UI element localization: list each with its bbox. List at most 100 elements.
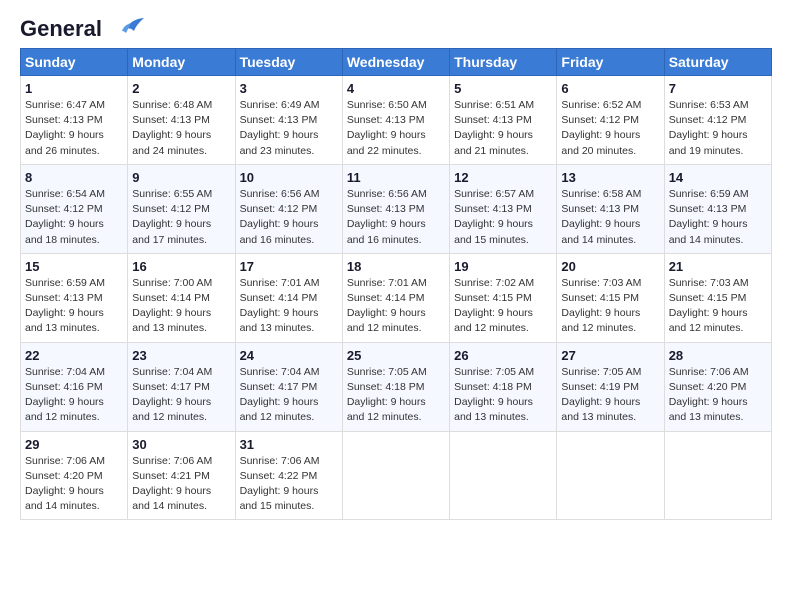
sunset-label: Sunset: 4:13 PM xyxy=(347,203,425,215)
calendar-cell: 7 Sunrise: 6:53 AM Sunset: 4:12 PM Dayli… xyxy=(664,76,771,165)
day-info: Sunrise: 6:57 AM Sunset: 4:13 PM Dayligh… xyxy=(454,187,552,248)
day-number: 22 xyxy=(25,348,123,363)
daylight-label: Daylight: 9 hours and 12 minutes. xyxy=(240,396,319,423)
sunset-label: Sunset: 4:13 PM xyxy=(25,114,103,126)
sunrise-label: Sunrise: 7:06 AM xyxy=(25,455,105,467)
day-number: 12 xyxy=(454,170,552,185)
sunset-label: Sunset: 4:15 PM xyxy=(669,292,747,304)
calendar-cell: 29 Sunrise: 7:06 AM Sunset: 4:20 PM Dayl… xyxy=(21,431,128,520)
day-info: Sunrise: 6:47 AM Sunset: 4:13 PM Dayligh… xyxy=(25,98,123,159)
sunset-label: Sunset: 4:12 PM xyxy=(669,114,747,126)
day-number: 28 xyxy=(669,348,767,363)
daylight-label: Daylight: 9 hours and 19 minutes. xyxy=(669,129,748,156)
daylight-label: Daylight: 9 hours and 13 minutes. xyxy=(132,307,211,334)
day-info: Sunrise: 7:03 AM Sunset: 4:15 PM Dayligh… xyxy=(669,276,767,337)
sunset-label: Sunset: 4:12 PM xyxy=(561,114,639,126)
day-info: Sunrise: 6:59 AM Sunset: 4:13 PM Dayligh… xyxy=(25,276,123,337)
day-info: Sunrise: 6:55 AM Sunset: 4:12 PM Dayligh… xyxy=(132,187,230,248)
daylight-label: Daylight: 9 hours and 12 minutes. xyxy=(561,307,640,334)
sunrise-label: Sunrise: 7:03 AM xyxy=(561,277,641,289)
sunrise-label: Sunrise: 6:56 AM xyxy=(347,188,427,200)
calendar-cell: 27 Sunrise: 7:05 AM Sunset: 4:19 PM Dayl… xyxy=(557,342,664,431)
day-number: 23 xyxy=(132,348,230,363)
calendar-cell: 10 Sunrise: 6:56 AM Sunset: 4:12 PM Dayl… xyxy=(235,164,342,253)
sunrise-label: Sunrise: 6:59 AM xyxy=(25,277,105,289)
sunset-label: Sunset: 4:20 PM xyxy=(25,470,103,482)
logo-bird-icon xyxy=(106,17,144,39)
sunset-label: Sunset: 4:13 PM xyxy=(454,114,532,126)
day-info: Sunrise: 6:54 AM Sunset: 4:12 PM Dayligh… xyxy=(25,187,123,248)
calendar-cell: 11 Sunrise: 6:56 AM Sunset: 4:13 PM Dayl… xyxy=(342,164,449,253)
day-info: Sunrise: 6:56 AM Sunset: 4:12 PM Dayligh… xyxy=(240,187,338,248)
daylight-label: Daylight: 9 hours and 12 minutes. xyxy=(347,396,426,423)
sunrise-label: Sunrise: 6:55 AM xyxy=(132,188,212,200)
day-number: 1 xyxy=(25,81,123,96)
daylight-label: Daylight: 9 hours and 13 minutes. xyxy=(669,396,748,423)
calendar-cell: 31 Sunrise: 7:06 AM Sunset: 4:22 PM Dayl… xyxy=(235,431,342,520)
sunset-label: Sunset: 4:17 PM xyxy=(132,381,210,393)
sunset-label: Sunset: 4:16 PM xyxy=(25,381,103,393)
sunset-label: Sunset: 4:14 PM xyxy=(240,292,318,304)
day-info: Sunrise: 7:05 AM Sunset: 4:19 PM Dayligh… xyxy=(561,365,659,426)
day-info: Sunrise: 6:53 AM Sunset: 4:12 PM Dayligh… xyxy=(669,98,767,159)
sunrise-label: Sunrise: 6:56 AM xyxy=(240,188,320,200)
day-number: 3 xyxy=(240,81,338,96)
weekday-header-wednesday: Wednesday xyxy=(342,49,449,76)
calendar-cell xyxy=(450,431,557,520)
day-number: 4 xyxy=(347,81,445,96)
calendar-cell: 24 Sunrise: 7:04 AM Sunset: 4:17 PM Dayl… xyxy=(235,342,342,431)
sunset-label: Sunset: 4:15 PM xyxy=(561,292,639,304)
day-number: 2 xyxy=(132,81,230,96)
daylight-label: Daylight: 9 hours and 14 minutes. xyxy=(669,218,748,245)
calendar-cell: 3 Sunrise: 6:49 AM Sunset: 4:13 PM Dayli… xyxy=(235,76,342,165)
calendar-cell xyxy=(557,431,664,520)
day-info: Sunrise: 6:59 AM Sunset: 4:13 PM Dayligh… xyxy=(669,187,767,248)
day-info: Sunrise: 7:06 AM Sunset: 4:20 PM Dayligh… xyxy=(25,454,123,515)
sunrise-label: Sunrise: 6:48 AM xyxy=(132,99,212,111)
daylight-label: Daylight: 9 hours and 18 minutes. xyxy=(25,218,104,245)
calendar-cell: 25 Sunrise: 7:05 AM Sunset: 4:18 PM Dayl… xyxy=(342,342,449,431)
sunset-label: Sunset: 4:12 PM xyxy=(25,203,103,215)
day-number: 19 xyxy=(454,259,552,274)
weekday-header-monday: Monday xyxy=(128,49,235,76)
day-number: 30 xyxy=(132,437,230,452)
day-number: 8 xyxy=(25,170,123,185)
sunset-label: Sunset: 4:15 PM xyxy=(454,292,532,304)
day-number: 31 xyxy=(240,437,338,452)
day-info: Sunrise: 6:50 AM Sunset: 4:13 PM Dayligh… xyxy=(347,98,445,159)
sunrise-label: Sunrise: 7:05 AM xyxy=(347,366,427,378)
sunset-label: Sunset: 4:17 PM xyxy=(240,381,318,393)
day-number: 14 xyxy=(669,170,767,185)
day-number: 5 xyxy=(454,81,552,96)
daylight-label: Daylight: 9 hours and 13 minutes. xyxy=(454,396,533,423)
daylight-label: Daylight: 9 hours and 16 minutes. xyxy=(240,218,319,245)
calendar-week-2: 8 Sunrise: 6:54 AM Sunset: 4:12 PM Dayli… xyxy=(21,164,772,253)
day-number: 25 xyxy=(347,348,445,363)
sunrise-label: Sunrise: 6:57 AM xyxy=(454,188,534,200)
daylight-label: Daylight: 9 hours and 13 minutes. xyxy=(561,396,640,423)
calendar-header-row: SundayMondayTuesdayWednesdayThursdayFrid… xyxy=(21,49,772,76)
daylight-label: Daylight: 9 hours and 26 minutes. xyxy=(25,129,104,156)
sunset-label: Sunset: 4:13 PM xyxy=(132,114,210,126)
logo-general: General xyxy=(20,16,102,42)
calendar-cell: 30 Sunrise: 7:06 AM Sunset: 4:21 PM Dayl… xyxy=(128,431,235,520)
sunrise-label: Sunrise: 7:06 AM xyxy=(132,455,212,467)
calendar-cell: 1 Sunrise: 6:47 AM Sunset: 4:13 PM Dayli… xyxy=(21,76,128,165)
sunrise-label: Sunrise: 7:01 AM xyxy=(240,277,320,289)
calendar-cell: 18 Sunrise: 7:01 AM Sunset: 4:14 PM Dayl… xyxy=(342,253,449,342)
sunrise-label: Sunrise: 6:50 AM xyxy=(347,99,427,111)
sunset-label: Sunset: 4:13 PM xyxy=(25,292,103,304)
day-info: Sunrise: 6:49 AM Sunset: 4:13 PM Dayligh… xyxy=(240,98,338,159)
daylight-label: Daylight: 9 hours and 24 minutes. xyxy=(132,129,211,156)
weekday-header-friday: Friday xyxy=(557,49,664,76)
sunset-label: Sunset: 4:18 PM xyxy=(454,381,532,393)
daylight-label: Daylight: 9 hours and 22 minutes. xyxy=(347,129,426,156)
sunrise-label: Sunrise: 7:04 AM xyxy=(240,366,320,378)
calendar-cell: 17 Sunrise: 7:01 AM Sunset: 4:14 PM Dayl… xyxy=(235,253,342,342)
calendar-cell xyxy=(342,431,449,520)
daylight-label: Daylight: 9 hours and 13 minutes. xyxy=(25,307,104,334)
calendar-cell: 12 Sunrise: 6:57 AM Sunset: 4:13 PM Dayl… xyxy=(450,164,557,253)
sunrise-label: Sunrise: 7:05 AM xyxy=(454,366,534,378)
sunrise-label: Sunrise: 6:52 AM xyxy=(561,99,641,111)
daylight-label: Daylight: 9 hours and 12 minutes. xyxy=(669,307,748,334)
